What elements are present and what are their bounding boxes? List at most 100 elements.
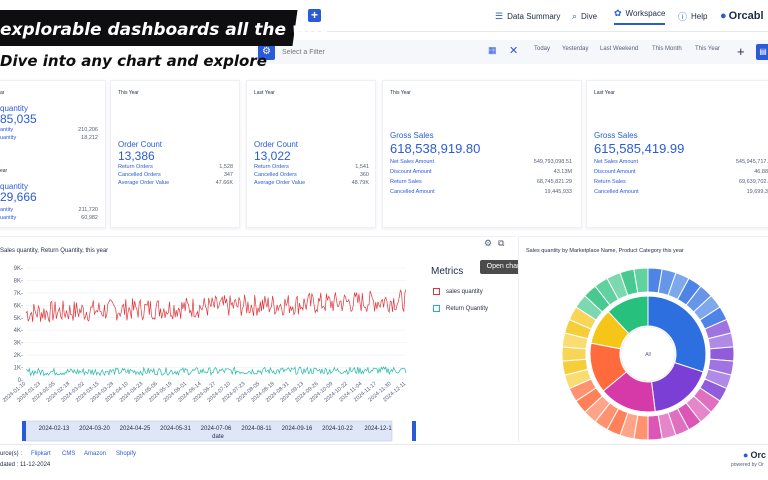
list-icon: ☰: [495, 10, 504, 21]
help-icon: ⓘ: [678, 11, 688, 22]
legend-label: sales quantity: [446, 288, 483, 295]
footer-brand: ● Orc: [743, 450, 766, 460]
nav-label: Help: [691, 11, 708, 21]
orca-icon: ●: [743, 450, 749, 460]
brand-logo[interactable]: ● Orcabl: [720, 6, 768, 26]
open-chart-icon[interactable]: ⧉: [498, 238, 504, 249]
card-row: Average Order Value 48.79K: [254, 180, 369, 186]
series-line: [25, 289, 407, 323]
y-tick-label: 9K-: [14, 266, 23, 272]
card-row: Cancelled Amount 19,699,3: [594, 189, 768, 195]
card-row: Discount Amount 46.88: [594, 169, 768, 175]
navigator-tick-label: 2024-07-06: [201, 426, 232, 432]
gear-icon[interactable]: ⚙: [484, 238, 492, 249]
legend-item-return-quantity[interactable]: Return Quantity: [433, 305, 488, 312]
card-value: 13,022: [254, 149, 291, 163]
footer: [0, 444, 768, 480]
navigator-tick-label: 2024-12-1: [364, 426, 392, 432]
navigator-tick-label: 2024-10-22: [322, 426, 353, 432]
promo-subheadline: Dive into any chart and explore: [0, 52, 267, 70]
card-row: Cancelled Amount 19,445,933: [390, 189, 572, 195]
y-tick-label: 5K-: [14, 316, 23, 322]
card-row: antity 210,206: [0, 127, 98, 133]
line-chart-title: Sales quantity, Return Quantity, this ye…: [0, 248, 109, 254]
y-tick-label: 6K-: [14, 303, 23, 309]
chip-this-month[interactable]: This Month: [652, 46, 682, 58]
navigator-tick-label: 2024-05-31: [160, 426, 191, 432]
card-row: Average Order Value 47.66K: [118, 180, 233, 186]
y-tick-label: 7K-: [14, 291, 23, 297]
card-title: Gross Sales: [594, 131, 638, 140]
y-tick-label: 1K-: [14, 366, 23, 372]
card-row: Return Orders 1,528: [118, 164, 233, 170]
series-line: [25, 366, 407, 377]
source-amazon[interactable]: Amazon: [84, 451, 106, 457]
legend-title: Metrics: [431, 266, 464, 277]
navigator-tick-label: 2024-09-16: [282, 426, 313, 432]
y-tick-label: 2K-: [14, 353, 23, 359]
card-period: Last Year: [594, 90, 615, 96]
search-icon: ⌕: [572, 10, 578, 21]
card-period: This Year: [118, 90, 139, 96]
last-updated: dated : 11-12-2024: [0, 462, 51, 468]
line-chart[interactable]: 9K-8K-7K-6K-5K-4K-3K-2K-1K-0-2024-01-102…: [0, 262, 420, 444]
filter-input[interactable]: [282, 46, 472, 58]
y-tick-label: 3K-: [14, 341, 23, 347]
navigator-tick-label: 2024-02-13: [39, 426, 70, 432]
card-row: Return Sales 68,745,821.29: [390, 179, 572, 185]
nav-dive[interactable]: ⌕ Dive: [572, 9, 597, 23]
nav-label: Workspace: [625, 9, 666, 18]
toggle-panel-button[interactable]: ▤: [756, 44, 768, 60]
chip-last-weekend[interactable]: Last Weekend: [600, 46, 638, 58]
card-period: ar: [0, 90, 5, 96]
navigator-tick-label: 2024-03-20: [79, 426, 110, 432]
calendar-icon[interactable]: ▦: [488, 45, 498, 57]
card-row: Cancelled Orders 347: [118, 172, 233, 178]
card-title: Gross Sales: [390, 131, 434, 140]
card-period: This Year: [390, 90, 411, 96]
add-filter-button[interactable]: +: [737, 44, 747, 59]
sunburst-center-label: All: [645, 352, 651, 358]
nav-help[interactable]: ⓘ Help: [678, 9, 707, 23]
legend-swatch: [433, 288, 440, 295]
promo-headline: explorable dashboards all the way: [0, 20, 330, 40]
navigator-handle-right: [412, 421, 416, 441]
nav-label: Dive: [581, 11, 598, 21]
sunburst-chart[interactable]: All: [558, 268, 746, 446]
card-row: Return Orders 1,541: [254, 164, 369, 170]
nav-label: Data Summary: [507, 11, 561, 21]
card-row: antity 211,720: [0, 207, 98, 213]
legend-swatch: [433, 305, 440, 312]
card-row: Net Sales Amount 549,793,098.51: [390, 159, 572, 165]
powered-by: powered by Or: [731, 462, 764, 468]
y-tick-label: 8K-: [14, 278, 23, 284]
card-row: Net Sales Amount 545,945,717.: [594, 159, 768, 165]
y-tick-label: 4K-: [14, 328, 23, 334]
x-axis-label: date: [212, 434, 224, 440]
card-value: 618,538,919.80: [390, 141, 481, 156]
close-icon[interactable]: ✕: [509, 44, 519, 57]
source-shopify[interactable]: Shopify: [116, 451, 136, 457]
card-period: Last Year: [254, 90, 275, 96]
card-title: Order Count: [254, 140, 299, 149]
card-row: Cancelled Orders 360: [254, 172, 369, 178]
nav-workspace[interactable]: ✿ Workspace: [614, 7, 666, 25]
navigator-tick-label: 2024-08-11: [241, 426, 272, 432]
card-row: uantity 18,212: [0, 135, 98, 141]
source-cms[interactable]: CMS: [62, 451, 75, 457]
chip-yesterday[interactable]: Yesterday: [562, 46, 588, 58]
legend-label: Return Quantity: [446, 305, 489, 312]
card-title: Order Count: [118, 140, 163, 149]
footer-brand-name: Orc: [750, 450, 766, 460]
source-flipkart[interactable]: Flipkart: [31, 451, 51, 457]
orca-icon: ●: [720, 10, 727, 22]
card-value: 29,666: [0, 190, 37, 204]
card-period: ear: [0, 168, 8, 174]
chip-this-year[interactable]: This Year: [695, 46, 720, 58]
nav-data-summary[interactable]: ☰ Data Summary: [495, 9, 560, 23]
navigator-tick-label: 2024-04-25: [120, 426, 151, 432]
chip-today[interactable]: Today: [534, 46, 550, 58]
legend-item-sales-quantity[interactable]: sales quantity: [433, 288, 483, 295]
card-value: 13,386: [118, 149, 155, 163]
card-value: 85,035: [0, 112, 37, 126]
